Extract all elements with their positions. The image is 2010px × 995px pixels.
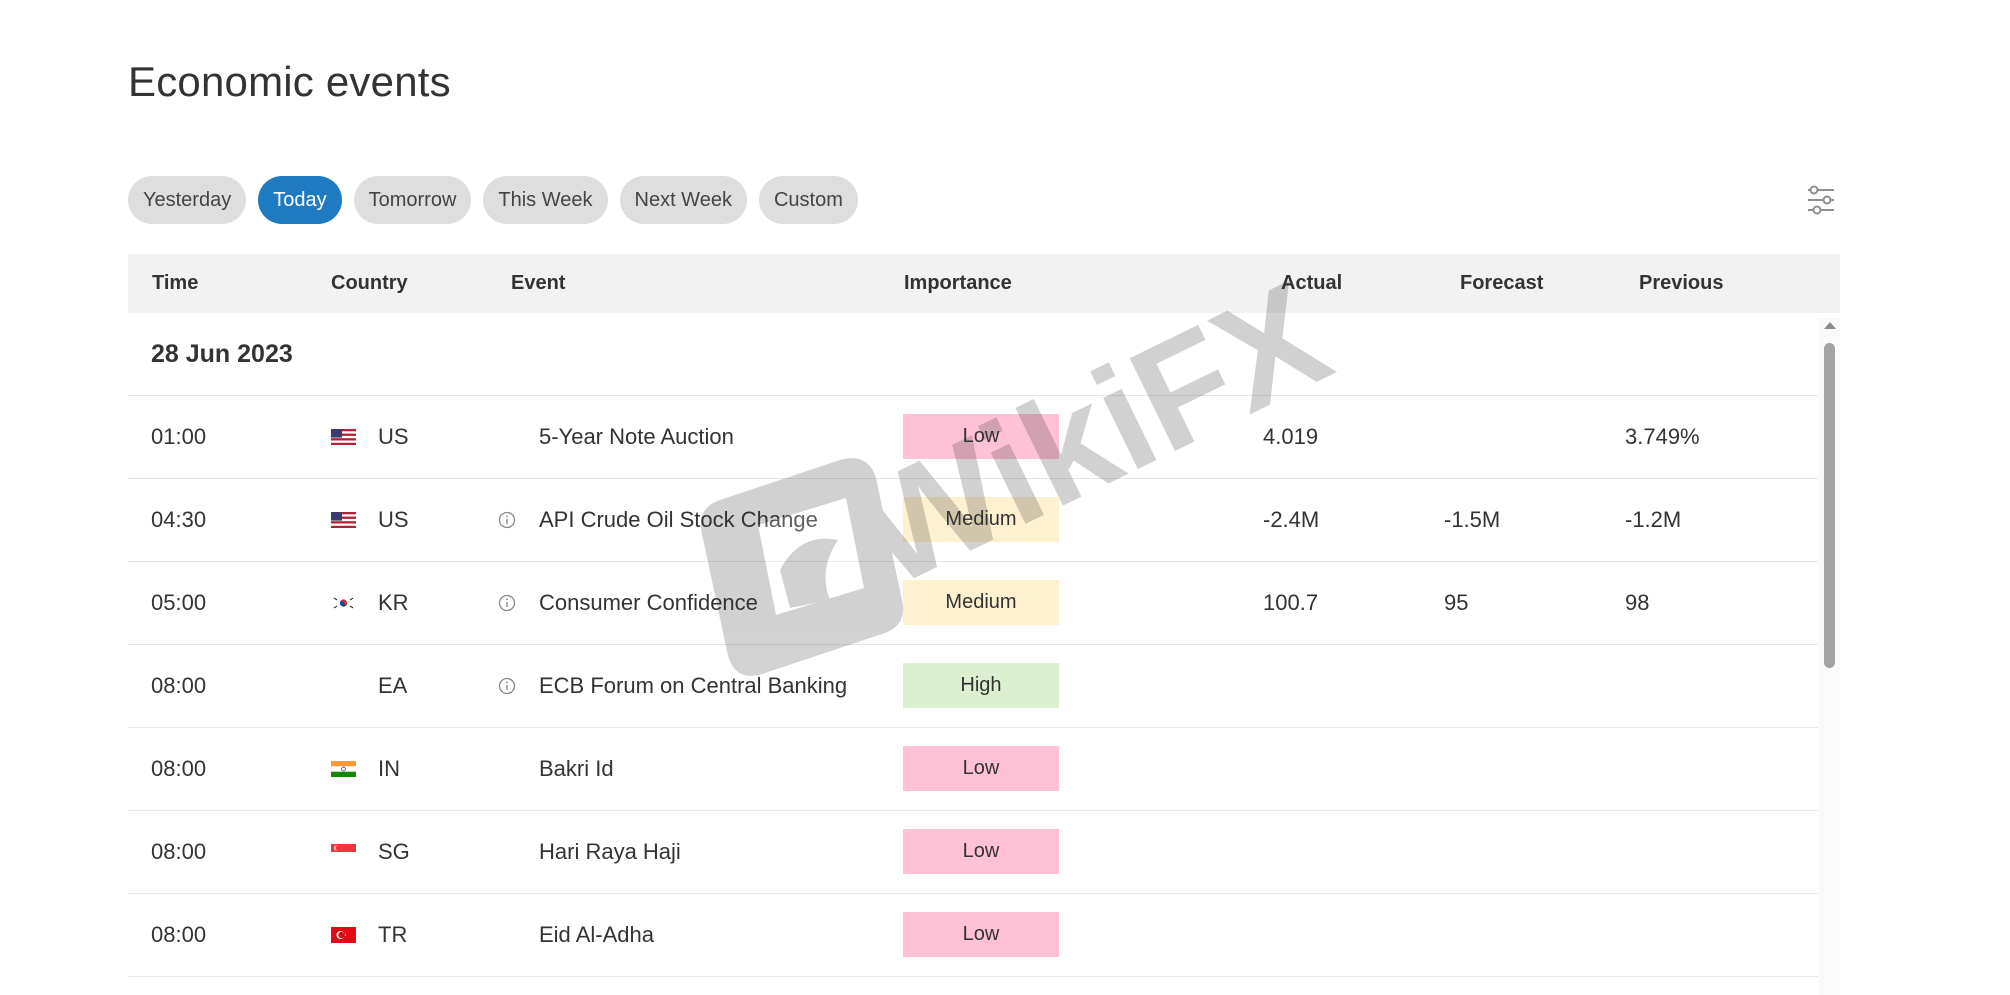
event-previous: 98 xyxy=(1625,590,1650,615)
event-name[interactable]: 5-Year Note Auction xyxy=(539,396,734,478)
info-icon[interactable] xyxy=(498,594,516,612)
column-header-country: Country xyxy=(331,272,408,294)
event-country: KR xyxy=(378,590,409,615)
event-name[interactable]: Consumer Confidence xyxy=(539,562,758,644)
tab-custom[interactable]: Custom xyxy=(758,176,858,224)
event-country: EA xyxy=(378,673,408,698)
scroll-up-arrow-icon[interactable] xyxy=(1824,322,1836,329)
event-previous: 3.749% xyxy=(1625,424,1700,449)
sliders-filter-icon[interactable] xyxy=(1806,184,1836,216)
event-time: 04:30 xyxy=(151,507,207,532)
importance-badge: Low xyxy=(903,912,1059,957)
events-table-body: 28 Jun 2023 01:00 US 5-Year Note Auction Lo… xyxy=(128,313,1840,995)
column-header-actual: Actual xyxy=(1281,272,1343,294)
event-time: 08:00 xyxy=(151,839,207,864)
tab-this-week[interactable]: This Week xyxy=(483,176,608,224)
flag-us-icon xyxy=(331,512,356,528)
tab-yesterday[interactable]: Yesterday xyxy=(128,176,247,224)
column-header-time: Time xyxy=(152,272,199,294)
table-header: Time Country Event Importance Actual For… xyxy=(128,254,1840,313)
flag-tr-icon xyxy=(331,927,356,943)
event-name[interactable]: Eid Al-Adha xyxy=(539,894,654,976)
table-row[interactable]: 04:30 US API Crude Oil Stock Change Medium -… xyxy=(128,479,1818,562)
date-label: 28 Jun 2023 xyxy=(151,340,293,368)
event-name[interactable]: API Crude Oil Stock Change xyxy=(539,479,818,561)
table-row[interactable]: 08:00 EA ECB Forum on Central Banking High xyxy=(128,645,1818,728)
table-row[interactable]: 08:00 IN Bakri Id Low xyxy=(128,728,1818,811)
importance-badge: High xyxy=(903,663,1059,708)
scrollbar-thumb[interactable] xyxy=(1824,343,1835,668)
tab-next-week[interactable]: Next Week xyxy=(619,176,747,224)
event-actual: -2.4M xyxy=(1263,507,1320,532)
event-forecast: -1.5M xyxy=(1444,507,1501,532)
flag-in-icon xyxy=(331,761,356,777)
column-header-previous: Previous xyxy=(1639,272,1724,294)
date-group-header: 28 Jun 2023 xyxy=(128,313,1818,396)
tab-today[interactable]: Today xyxy=(258,176,342,224)
event-country: US xyxy=(378,424,409,449)
event-time: 01:00 xyxy=(151,424,207,449)
date-range-tabs: Yesterday Today Tomorrow This Week Next … xyxy=(128,176,858,224)
info-icon[interactable] xyxy=(498,677,516,695)
flag-sg-icon xyxy=(331,844,356,860)
economic-events-page: Economic events Yesterday Today Tomorrow… xyxy=(0,0,2010,995)
event-country: IN xyxy=(378,756,400,781)
flag-us-icon xyxy=(331,429,356,445)
event-previous: -1.2M xyxy=(1625,507,1682,532)
importance-badge: Low xyxy=(903,746,1059,791)
importance-badge: Medium xyxy=(903,497,1059,542)
event-actual: 100.7 xyxy=(1263,590,1319,615)
page-title: Economic events xyxy=(128,58,451,105)
event-name[interactable]: ECB Forum on Central Banking xyxy=(539,645,847,727)
table-row[interactable]: 05:00 KR Consumer Confidence Medium 100.7 95 9… xyxy=(128,562,1818,645)
importance-badge: Low xyxy=(903,829,1059,874)
event-country: TR xyxy=(378,922,408,947)
importance-badge: Low xyxy=(903,414,1059,459)
event-name[interactable]: Bakri Id xyxy=(539,728,614,810)
table-scrollbar[interactable] xyxy=(1819,318,1840,995)
table-row[interactable]: 08:00 TR Eid Al-Adha Low xyxy=(128,894,1818,977)
info-icon[interactable] xyxy=(498,511,516,529)
event-actual: 4.019 xyxy=(1263,424,1319,449)
event-forecast: 95 xyxy=(1444,590,1469,615)
event-name[interactable]: Hari Raya Haji xyxy=(539,811,681,893)
importance-badge: Medium xyxy=(903,580,1059,625)
column-header-event: Event xyxy=(511,272,566,294)
event-time: 08:00 xyxy=(151,673,207,698)
event-time: 08:00 xyxy=(151,922,207,947)
event-country: SG xyxy=(378,839,410,864)
event-country: US xyxy=(378,507,409,532)
tab-tomorrow[interactable]: Tomorrow xyxy=(353,176,472,224)
flag-kr-icon xyxy=(331,595,356,611)
column-header-forecast: Forecast xyxy=(1460,272,1544,294)
event-time: 08:00 xyxy=(151,756,207,781)
table-row[interactable]: 01:00 US 5-Year Note Auction Low 4.019 3.749% xyxy=(128,396,1818,479)
table-row[interactable]: 08:00 SG Hari Raya Haji Low xyxy=(128,811,1818,894)
event-time: 05:00 xyxy=(151,590,207,615)
column-header-importance: Importance xyxy=(904,272,1012,294)
